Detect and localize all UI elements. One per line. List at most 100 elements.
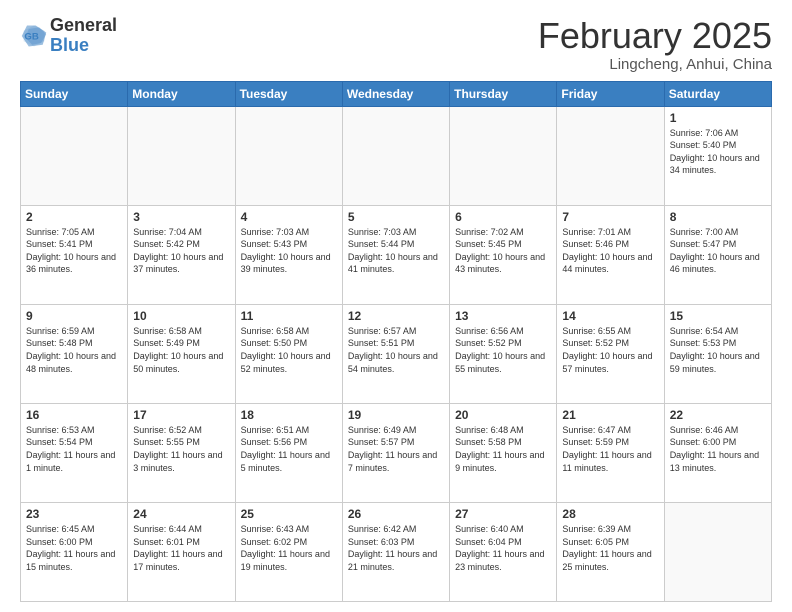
day-number: 25 [241,507,337,521]
day-number: 9 [26,309,122,323]
weekday-header: Tuesday [235,81,342,106]
day-info: Sunrise: 6:51 AM Sunset: 5:56 PM Dayligh… [241,424,337,474]
day-info: Sunrise: 7:04 AM Sunset: 5:42 PM Dayligh… [133,226,229,276]
logo-text: General Blue [50,16,117,56]
day-number: 26 [348,507,444,521]
day-info: Sunrise: 6:43 AM Sunset: 6:02 PM Dayligh… [241,523,337,573]
weekday-header: Wednesday [342,81,449,106]
calendar-cell: 14 Sunrise: 6:55 AM Sunset: 5:52 PM Dayli… [557,304,664,403]
logo-icon: GB [20,22,48,50]
calendar-cell [128,106,235,205]
calendar-cell: 23 Sunrise: 6:45 AM Sunset: 6:00 PM Dayli… [21,502,128,601]
day-info: Sunrise: 6:39 AM Sunset: 6:05 PM Dayligh… [562,523,658,573]
day-info: Sunrise: 7:03 AM Sunset: 5:43 PM Dayligh… [241,226,337,276]
day-number: 19 [348,408,444,422]
day-number: 4 [241,210,337,224]
day-number: 23 [26,507,122,521]
day-info: Sunrise: 6:58 AM Sunset: 5:49 PM Dayligh… [133,325,229,375]
calendar-cell [664,502,771,601]
day-info: Sunrise: 6:45 AM Sunset: 6:00 PM Dayligh… [26,523,122,573]
calendar-week-row: 23 Sunrise: 6:45 AM Sunset: 6:00 PM Dayli… [21,502,772,601]
day-number: 12 [348,309,444,323]
day-info: Sunrise: 6:57 AM Sunset: 5:51 PM Dayligh… [348,325,444,375]
day-number: 17 [133,408,229,422]
day-info: Sunrise: 6:49 AM Sunset: 5:57 PM Dayligh… [348,424,444,474]
day-number: 22 [670,408,766,422]
day-info: Sunrise: 7:02 AM Sunset: 5:45 PM Dayligh… [455,226,551,276]
calendar-week-row: 2 Sunrise: 7:05 AM Sunset: 5:41 PM Daylig… [21,205,772,304]
calendar-cell: 16Sunrise: 6:53 AM Sunset: 5:54 PM Dayli… [21,403,128,502]
day-number: 5 [348,210,444,224]
logo: GB General Blue [20,16,117,56]
day-info: Sunrise: 7:00 AM Sunset: 5:47 PM Dayligh… [670,226,766,276]
day-number: 27 [455,507,551,521]
calendar-cell: 5 Sunrise: 7:03 AM Sunset: 5:44 PM Daylig… [342,205,449,304]
day-number: 21 [562,408,658,422]
svg-text:GB: GB [24,31,38,42]
calendar-cell: 1 Sunrise: 7:06 AM Sunset: 5:40 PM Daylig… [664,106,771,205]
month-title: February 2025 [538,16,772,56]
calendar-week-row: 16Sunrise: 6:53 AM Sunset: 5:54 PM Dayli… [21,403,772,502]
day-info: Sunrise: 6:52 AM Sunset: 5:55 PM Dayligh… [133,424,229,474]
day-number: 11 [241,309,337,323]
header: GB General Blue February 2025 Lingcheng,… [20,16,772,73]
calendar-week-row: 9 Sunrise: 6:59 AM Sunset: 5:48 PM Daylig… [21,304,772,403]
calendar-cell [450,106,557,205]
calendar-cell [235,106,342,205]
page: GB General Blue February 2025 Lingcheng,… [0,0,792,612]
day-info: Sunrise: 6:42 AM Sunset: 6:03 PM Dayligh… [348,523,444,573]
logo-general: General [50,15,117,35]
calendar-cell: 10Sunrise: 6:58 AM Sunset: 5:49 PM Dayli… [128,304,235,403]
calendar-cell: 7 Sunrise: 7:01 AM Sunset: 5:46 PM Daylig… [557,205,664,304]
weekday-header: Saturday [664,81,771,106]
calendar-cell [342,106,449,205]
weekday-header: Friday [557,81,664,106]
calendar-cell: 2 Sunrise: 7:05 AM Sunset: 5:41 PM Daylig… [21,205,128,304]
calendar-cell: 25 Sunrise: 6:43 AM Sunset: 6:02 PM Dayli… [235,502,342,601]
weekday-header: Sunday [21,81,128,106]
day-number: 3 [133,210,229,224]
calendar-cell: 24Sunrise: 6:44 AM Sunset: 6:01 PM Dayli… [128,502,235,601]
calendar-week-row: 1 Sunrise: 7:06 AM Sunset: 5:40 PM Daylig… [21,106,772,205]
day-info: Sunrise: 7:06 AM Sunset: 5:40 PM Dayligh… [670,127,766,177]
calendar-header-row: SundayMondayTuesdayWednesdayThursdayFrid… [21,81,772,106]
title-block: February 2025 Lingcheng, Anhui, China [538,16,772,73]
day-info: Sunrise: 6:53 AM Sunset: 5:54 PM Dayligh… [26,424,122,474]
calendar-cell: 3 Sunrise: 7:04 AM Sunset: 5:42 PM Daylig… [128,205,235,304]
weekday-header: Thursday [450,81,557,106]
calendar-cell: 4 Sunrise: 7:03 AM Sunset: 5:43 PM Daylig… [235,205,342,304]
calendar-cell: 28 Sunrise: 6:39 AM Sunset: 6:05 PM Dayli… [557,502,664,601]
day-info: Sunrise: 6:58 AM Sunset: 5:50 PM Dayligh… [241,325,337,375]
day-number: 28 [562,507,658,521]
calendar-cell: 12 Sunrise: 6:57 AM Sunset: 5:51 PM Dayli… [342,304,449,403]
calendar-cell: 19 Sunrise: 6:49 AM Sunset: 5:57 PM Dayli… [342,403,449,502]
calendar-cell: 9 Sunrise: 6:59 AM Sunset: 5:48 PM Daylig… [21,304,128,403]
day-info: Sunrise: 6:55 AM Sunset: 5:52 PM Dayligh… [562,325,658,375]
logo-blue: Blue [50,35,89,55]
calendar-cell: 11 Sunrise: 6:58 AM Sunset: 5:50 PM Dayli… [235,304,342,403]
weekday-header: Monday [128,81,235,106]
day-number: 20 [455,408,551,422]
location: Lingcheng, Anhui, China [538,56,772,73]
calendar-cell: 27 Sunrise: 6:40 AM Sunset: 6:04 PM Dayli… [450,502,557,601]
calendar-cell: 22 Sunrise: 6:46 AM Sunset: 6:00 PM Dayli… [664,403,771,502]
day-number: 1 [670,111,766,125]
day-info: Sunrise: 7:03 AM Sunset: 5:44 PM Dayligh… [348,226,444,276]
day-info: Sunrise: 7:05 AM Sunset: 5:41 PM Dayligh… [26,226,122,276]
day-info: Sunrise: 6:40 AM Sunset: 6:04 PM Dayligh… [455,523,551,573]
calendar-cell [557,106,664,205]
day-number: 14 [562,309,658,323]
calendar-cell: 21Sunrise: 6:47 AM Sunset: 5:59 PM Dayli… [557,403,664,502]
day-info: Sunrise: 6:46 AM Sunset: 6:00 PM Dayligh… [670,424,766,474]
calendar-cell [21,106,128,205]
calendar-cell: 26 Sunrise: 6:42 AM Sunset: 6:03 PM Dayli… [342,502,449,601]
day-info: Sunrise: 6:48 AM Sunset: 5:58 PM Dayligh… [455,424,551,474]
day-info: Sunrise: 7:01 AM Sunset: 5:46 PM Dayligh… [562,226,658,276]
day-number: 8 [670,210,766,224]
day-info: Sunrise: 6:59 AM Sunset: 5:48 PM Dayligh… [26,325,122,375]
day-number: 7 [562,210,658,224]
day-number: 24 [133,507,229,521]
day-number: 2 [26,210,122,224]
day-info: Sunrise: 6:54 AM Sunset: 5:53 PM Dayligh… [670,325,766,375]
calendar-cell: 13Sunrise: 6:56 AM Sunset: 5:52 PM Dayli… [450,304,557,403]
